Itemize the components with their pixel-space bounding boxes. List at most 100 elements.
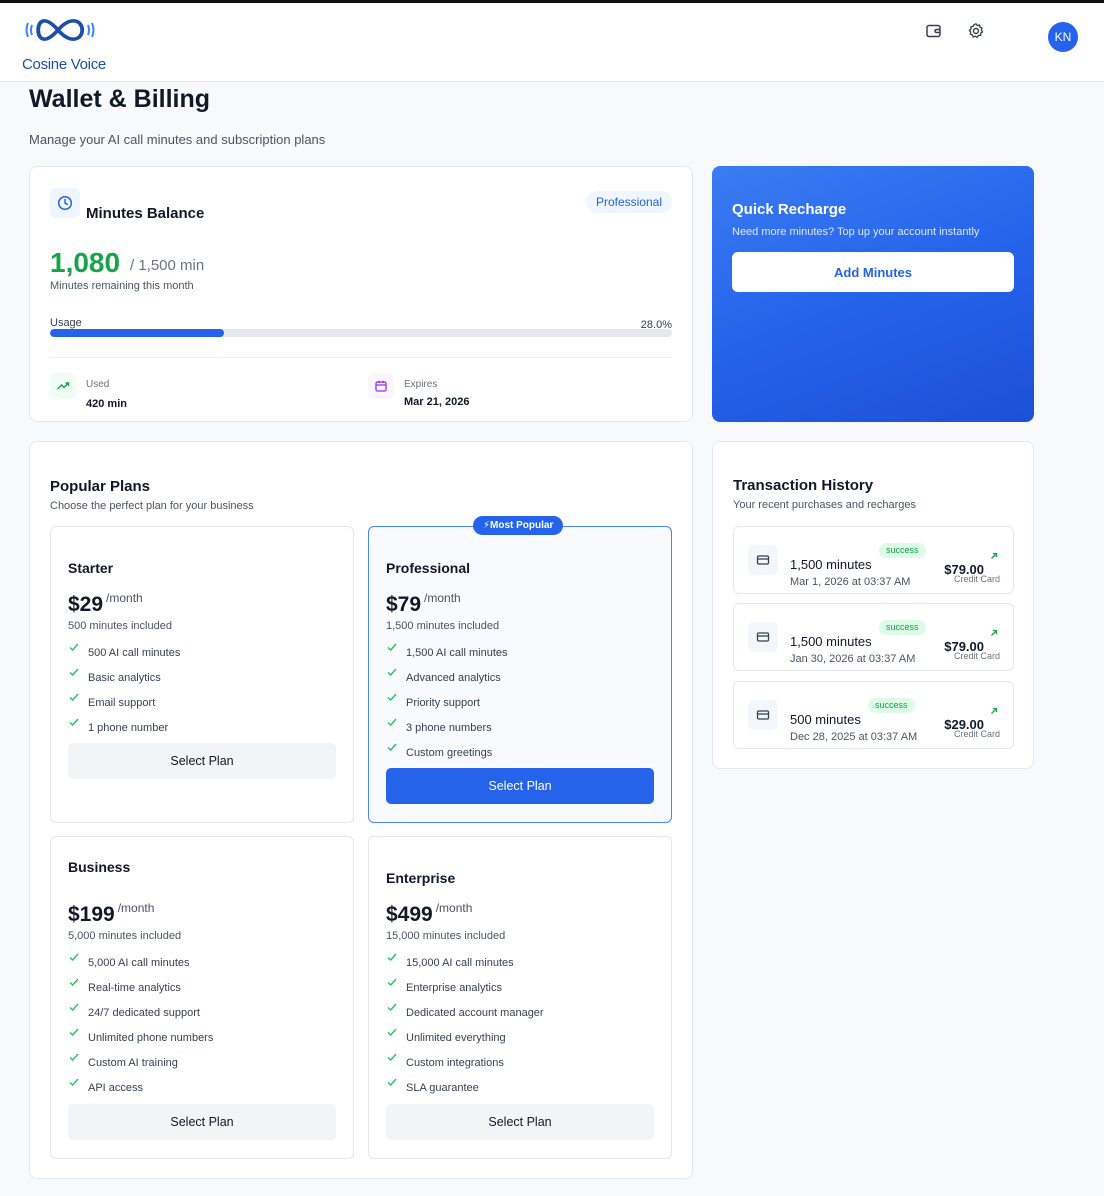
minutes-remaining-label: Minutes remaining this month [50,280,194,292]
plan-name: Starter [68,560,114,576]
status-badge: success [879,543,926,558]
check-icon [68,1051,80,1066]
infinity-logo-icon [25,19,95,41]
minutes-balance-card: Minutes Balance Professional 1,080 / 1,5… [29,166,693,422]
transactions-subtitle: Your recent purchases and recharges [733,499,917,511]
transaction-item[interactable]: 500 minutes Dec 28, 2025 at 03:37 AM suc… [733,681,1014,749]
transaction-date: Dec 28, 2025 at 03:37 AM [790,731,918,743]
select-plan-button-professional[interactable]: Select Plan [386,768,654,804]
transaction-item[interactable]: 1,500 minutes Mar 1, 2026 at 03:37 AM su… [733,526,1014,594]
select-plan-button-enterprise[interactable]: Select Plan [386,1104,654,1140]
user-avatar[interactable]: KN [1048,22,1078,52]
check-icon [386,1076,398,1091]
plan-price: $499/month [386,901,473,926]
plan-name: Enterprise [386,870,456,886]
brand-logo[interactable]: Cosine Voice [22,11,106,73]
brand-name: Cosine Voice [22,56,106,73]
recharge-subtitle: Need more minutes? Top up your account i… [732,226,980,238]
payment-method: Credit Card [953,574,1000,584]
check-icon [386,716,398,731]
check-icon [386,1051,398,1066]
payment-method: Credit Card [953,651,1000,661]
used-value: 420 min [86,398,127,410]
check-icon [386,976,398,991]
plan-card-professional: ⚡Most Popular Professional $79/month 1,5… [368,516,672,823]
check-icon [68,1026,80,1041]
status-badge: success [868,698,915,713]
plan-included: 500 minutes included [68,620,172,632]
arrow-up-right-icon [989,703,999,721]
check-icon [386,1026,398,1041]
select-plan-button-business[interactable]: Select Plan [68,1104,336,1140]
plan-card-enterprise: Enterprise $499/month 15,000 minutes inc… [368,836,672,1159]
select-plan-button-starter[interactable]: Select Plan [68,743,336,779]
transactions-title: Transaction History [733,477,874,494]
plan-name: Business [68,859,131,875]
plan-price: $29/month [68,591,143,616]
usage-label: Usage [50,317,82,329]
check-icon [68,691,80,706]
plan-included: 15,000 minutes included [386,930,506,942]
check-icon [386,666,398,681]
plan-card-business: Business $199/month 5,000 minutes includ… [50,836,354,1159]
plan-included: 5,000 minutes included [68,930,182,942]
plans-subtitle: Choose the perfect plan for your busines… [50,500,254,512]
check-icon [68,641,80,656]
trending-up-icon [50,373,76,399]
plans-title: Popular Plans [50,478,151,495]
credit-card-icon [748,700,778,730]
transaction-name: 1,500 minutes [790,634,872,649]
page-title: Wallet & Billing [29,85,211,113]
clock-icon [50,188,80,218]
check-icon [386,741,398,756]
plan-badge: Professional [585,191,672,213]
minutes-total: / 1,500 min [130,257,205,274]
arrow-up-right-icon [989,625,999,643]
plan-included: 1,500 minutes included [386,620,500,632]
plan-price: $199/month [68,901,155,926]
check-icon [68,976,80,991]
expires-value: Mar 21, 2026 [404,396,470,408]
most-popular-badge: ⚡Most Popular [473,516,564,535]
minutes-remaining: 1,080 [50,247,121,278]
check-icon [386,641,398,656]
transaction-date: Mar 1, 2026 at 03:37 AM [790,576,911,588]
check-icon [68,951,80,966]
popular-plans-card: Popular Plans Choose the perfect plan fo… [29,441,693,1179]
calendar-icon [368,373,394,399]
status-badge: success [879,620,926,635]
plan-price: $79/month [386,591,461,616]
arrow-up-right-icon [989,548,999,566]
usage-progress-bar [50,329,672,337]
check-icon [386,691,398,706]
credit-card-icon [748,545,778,575]
check-icon [386,951,398,966]
transaction-name: 500 minutes [790,712,861,727]
transaction-name: 1,500 minutes [790,557,872,572]
used-label: Used [86,379,110,390]
check-icon [68,666,80,681]
divider [50,357,672,358]
credit-card-icon [748,622,778,652]
transaction-item[interactable]: 1,500 minutes Jan 30, 2026 at 03:37 AM s… [733,603,1014,671]
app-header: Cosine Voice KN [0,3,1104,82]
check-icon [386,1001,398,1016]
check-icon [68,1001,80,1016]
plan-name: Professional [386,560,471,576]
expires-label: Expires [404,379,438,390]
usage-progress-fill [50,329,225,337]
check-icon [68,1076,80,1091]
payment-method: Credit Card [953,729,1000,739]
transaction-date: Jan 30, 2026 at 03:37 AM [790,653,916,665]
add-minutes-button[interactable]: Add Minutes [732,252,1014,292]
balance-title: Minutes Balance [86,205,205,222]
wallet-icon[interactable] [925,22,943,40]
transaction-history-card: Transaction History Your recent purchase… [712,441,1034,769]
quick-recharge-card: Quick Recharge Need more minutes? Top up… [712,166,1034,422]
check-icon [68,716,80,731]
gear-icon[interactable] [967,22,985,40]
recharge-title: Quick Recharge [732,201,847,218]
plan-card-starter: Starter $29/month 500 minutes included 5… [50,526,354,823]
page-subtitle: Manage your AI call minutes and subscrip… [29,132,326,147]
lightning-icon: ⚡ [483,520,491,531]
